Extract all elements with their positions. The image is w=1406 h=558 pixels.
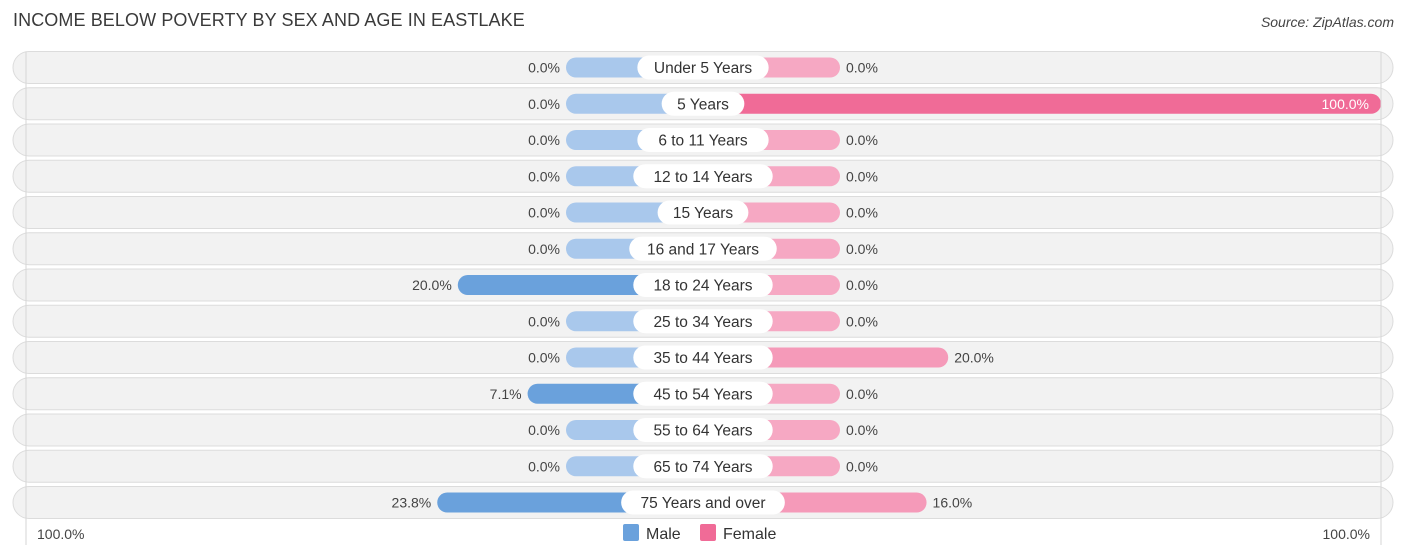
row-5-years: 0.0% 100.0% 5 Years bbox=[12, 87, 1394, 121]
legend-label-female: Female bbox=[723, 526, 776, 543]
category-label: 35 to 44 Years bbox=[653, 350, 752, 367]
category-label: 55 to 64 Years bbox=[653, 423, 752, 440]
row-35-to-44-years: 0.0% 20.0% 35 to 44 Years bbox=[12, 341, 1394, 374]
value-label-male: 0.0% bbox=[528, 60, 560, 76]
value-label-male: 0.0% bbox=[528, 350, 560, 366]
category-label: 5 Years bbox=[677, 96, 729, 113]
value-label-male: 0.0% bbox=[528, 132, 560, 148]
value-label-female: 20.0% bbox=[954, 350, 994, 366]
value-label-female: 0.0% bbox=[846, 277, 878, 293]
legend-label-male: Male bbox=[646, 526, 681, 543]
value-label-female: 16.0% bbox=[933, 495, 973, 511]
row-25-to-34-years: 0.0% 0.0% 25 to 34 Years bbox=[12, 304, 1394, 338]
row-75-years-and-over: 23.8% 16.0% 75 Years and over bbox=[12, 486, 1394, 519]
value-label-male: 0.0% bbox=[528, 422, 560, 438]
category-label: Under 5 Years bbox=[654, 60, 752, 77]
row-65-to-74-years: 0.0% 0.0% 65 to 74 Years bbox=[12, 449, 1394, 483]
bar-female[interactable] bbox=[703, 93, 1381, 114]
legend-swatch-male bbox=[623, 524, 639, 541]
row-45-to-54-years: 7.1% 0.0% 45 to 54 Years bbox=[12, 377, 1394, 411]
value-label-female: 0.0% bbox=[846, 60, 878, 76]
value-label-female: 0.0% bbox=[846, 132, 878, 148]
row-12-to-14-years: 0.0% 0.0% 12 to 14 Years bbox=[12, 159, 1394, 193]
value-label-male: 20.0% bbox=[412, 277, 452, 293]
value-label-male: 0.0% bbox=[528, 313, 560, 329]
axis-label-left: 100.0% bbox=[37, 526, 84, 542]
category-label: 12 to 14 Years bbox=[653, 169, 752, 186]
chart-rows: 0.0% 0.0%Under 5 Years0.0% 100.0%5 Years0.… bbox=[12, 51, 1394, 519]
value-label-female: 0.0% bbox=[846, 422, 878, 438]
value-label-male: 23.8% bbox=[392, 495, 432, 511]
category-label: 18 to 24 Years bbox=[653, 278, 752, 295]
category-label: 75 Years and over bbox=[641, 495, 766, 512]
value-label-male: 0.0% bbox=[528, 241, 560, 257]
row-6-to-11-years: 0.0% 0.0% 6 to 11 Years bbox=[12, 123, 1394, 157]
row-18-to-24-years: 20.0% 0.0% 18 to 24 Years bbox=[12, 268, 1394, 302]
value-label-male: 7.1% bbox=[490, 386, 522, 402]
value-label-female: 0.0% bbox=[846, 313, 878, 329]
axis-label-right: 100.0% bbox=[1323, 526, 1370, 542]
row-16-and-17-years: 0.0% 0.0% 16 and 17 Years bbox=[12, 232, 1394, 266]
category-label: 15 Years bbox=[673, 205, 734, 222]
row-55-to-64-years: 0.0% 0.0% 55 to 64 Years bbox=[12, 413, 1394, 447]
value-label-female: 0.0% bbox=[846, 168, 878, 184]
value-label-male: 0.0% bbox=[528, 205, 560, 221]
legend-item-female[interactable]: Female bbox=[700, 524, 776, 543]
legend-item-male[interactable]: Male bbox=[623, 524, 681, 543]
value-label-male: 0.0% bbox=[528, 96, 560, 112]
category-label: 6 to 11 Years bbox=[658, 133, 748, 150]
value-label-male: 0.0% bbox=[528, 168, 560, 184]
value-label-female: 0.0% bbox=[846, 241, 878, 257]
value-label-female: 0.0% bbox=[846, 386, 878, 402]
chart-canvas: 0.0% 0.0%Under 5 Years0.0% 100.0%5 Years0.… bbox=[12, 51, 1394, 545]
value-label-male: 0.0% bbox=[528, 458, 560, 474]
category-label: 16 and 17 Years bbox=[647, 241, 759, 258]
legend-swatch-female bbox=[700, 524, 716, 541]
category-label: 65 to 74 Years bbox=[653, 459, 752, 476]
value-label-female: 100.0% bbox=[1322, 96, 1369, 112]
row-under-5-years: 0.0% 0.0% Under 5 Years bbox=[12, 51, 1394, 84]
value-label-female: 0.0% bbox=[846, 458, 878, 474]
value-label-female: 0.0% bbox=[846, 205, 878, 221]
category-label: 25 to 34 Years bbox=[653, 314, 752, 331]
category-label: 45 to 54 Years bbox=[653, 386, 752, 403]
row-15-years: 0.0% 0.0% 15 Years bbox=[12, 196, 1394, 229]
legend: Male Female bbox=[623, 524, 776, 543]
